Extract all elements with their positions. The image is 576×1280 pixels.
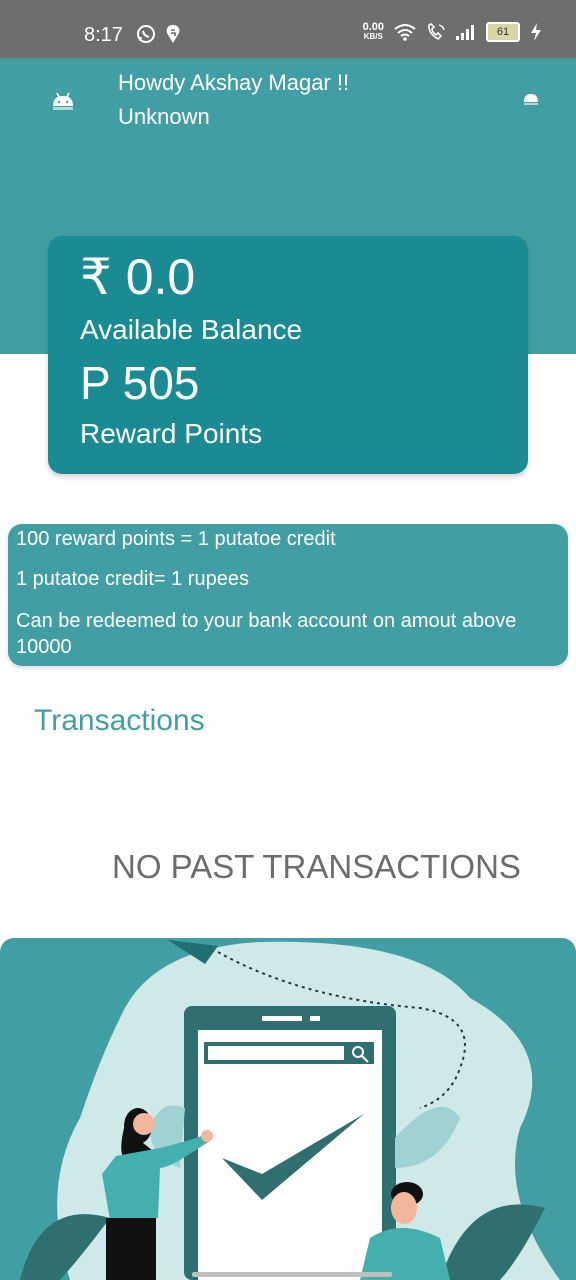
transactions-illustration	[0, 938, 576, 1280]
wifi-icon	[394, 24, 416, 41]
status-bar: 8:17 0.00 KB/S 61	[0, 0, 576, 58]
greeting-text: Howdy Akshay Magar !!	[118, 70, 350, 95]
conversion-info-box: 100 reward points = 1 putatoe credit 1 p…	[8, 524, 568, 666]
empty-transactions-message: NO PAST TRANSACTIONS	[112, 848, 521, 885]
net-speed: 0.00 KB/S	[363, 22, 384, 42]
avatar[interactable]	[50, 92, 76, 119]
notification-icons	[136, 24, 182, 44]
battery-icon: 61	[486, 22, 520, 42]
info-line-redeem: Can be redeemed to your bank account on …	[16, 610, 517, 658]
battery-level: 61	[496, 26, 510, 38]
info-line-points: 100 reward points = 1 putatoe credit	[16, 528, 336, 550]
android-icon	[53, 92, 73, 110]
call-icon	[428, 23, 445, 41]
swiggy-icon	[166, 25, 180, 43]
signal-icon	[456, 25, 474, 40]
reward-points-amount: P 505	[80, 357, 200, 409]
info-line-credit: 1 putatoe credit= 1 rupees	[16, 568, 249, 590]
system-icons: 0.00 KB/S 61	[363, 22, 542, 42]
transactions-title: Transactions	[34, 704, 205, 737]
net-speed-value: 0.00	[362, 21, 384, 33]
whatsapp-icon	[137, 25, 155, 43]
reward-points-label: Reward Points	[80, 418, 263, 449]
android-menu-icon[interactable]	[522, 92, 540, 111]
balance-card: ₹ 0.0 Available Balance P 505 Reward Poi…	[48, 236, 528, 474]
balance-amount: ₹ 0.0	[80, 249, 196, 305]
balance-label: Available Balance	[80, 314, 303, 345]
status-time: 8:17	[84, 24, 123, 46]
net-speed-unit: KB/S	[363, 32, 383, 41]
charging-icon	[531, 23, 541, 41]
location-text: Unknown	[118, 104, 210, 129]
payment-success-illustration	[20, 940, 561, 1280]
